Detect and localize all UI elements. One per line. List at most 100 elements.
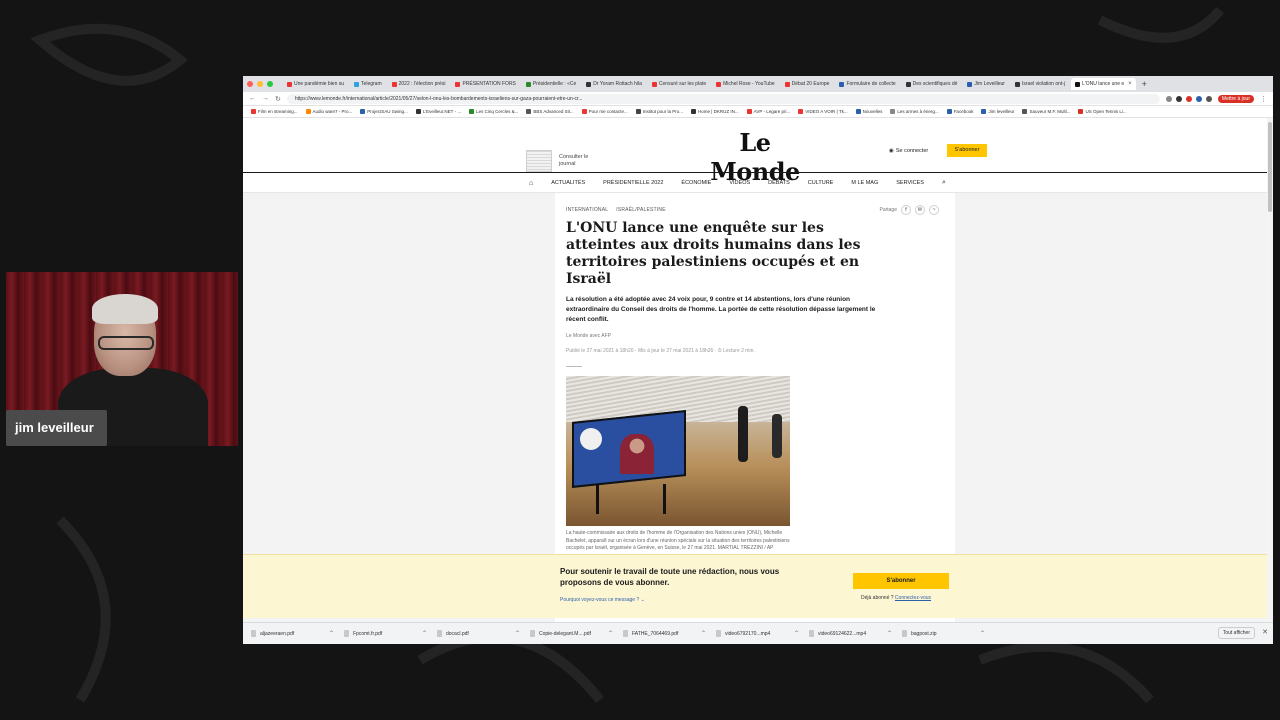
- bookmark-item[interactable]: L'Eveilleur.NET - ...: [415, 109, 461, 114]
- bookmark-item[interactable]: Pour me contacte...: [581, 109, 628, 114]
- nav-item-debats[interactable]: DÉBATS: [768, 180, 790, 186]
- bookmark-item[interactable]: Jim leveilleur: [981, 109, 1014, 114]
- zoom-window-button[interactable]: [267, 81, 273, 87]
- banner-subscribe-button[interactable]: S'abonner: [853, 573, 949, 589]
- bookmark-item[interactable]: Les armes à énerg...: [890, 109, 939, 114]
- download-item[interactable]: Copie-delegant.M....pdf ⌃: [530, 630, 623, 637]
- bookmark-favicon-icon: [946, 109, 952, 114]
- breadcrumb-israel-palestine[interactable]: ISRAËL/PALESTINE: [616, 207, 666, 213]
- back-arrow-icon[interactable]: ←: [249, 95, 256, 102]
- subscribe-banner-text: Pour soutenir le travail de toute une ré…: [560, 567, 780, 587]
- bookmark-item[interactable]: Home | DKRUZ IN...: [690, 109, 739, 114]
- home-icon[interactable]: ⌂: [529, 180, 533, 187]
- facebook-share-icon[interactable]: f: [901, 205, 911, 215]
- lemonde-logo[interactable]: Le Monde: [695, 128, 815, 186]
- bookmark-item[interactable]: Facebook: [946, 109, 973, 114]
- browser-tab[interactable]: Israel violation ont-j: [1011, 78, 1069, 90]
- nav-item-actualites[interactable]: ACTUALITÉS: [551, 180, 585, 186]
- bookmark-label: Institut pour la Pro...: [642, 109, 683, 114]
- extension-icon[interactable]: [1195, 95, 1202, 102]
- bookmark-label: AVP - Legare pri...: [753, 109, 791, 114]
- bookmark-item[interactable]: Nouvelles: [855, 109, 882, 114]
- extension-icon[interactable]: [1205, 95, 1212, 102]
- download-menu-chevron-icon[interactable]: ⌃: [422, 630, 427, 637]
- browser-tab[interactable]: Une pandémie bien su: [283, 78, 348, 90]
- breadcrumb-international[interactable]: INTERNATIONAL: [566, 207, 608, 213]
- browser-tab[interactable]: Des scientifiques dé: [902, 78, 962, 90]
- browser-tab[interactable]: Censuré sur les plate: [648, 78, 710, 90]
- download-item[interactable]: bagpost.zip ⌃: [902, 630, 995, 637]
- new-tab-button[interactable]: +: [1142, 79, 1147, 89]
- extension-icon[interactable]: [1175, 95, 1182, 102]
- download-filename: docacl.pdf: [446, 630, 469, 637]
- nav-item-culture[interactable]: CULTURE: [808, 180, 834, 186]
- newspaper-thumbnail[interactable]: [526, 150, 552, 172]
- browser-tab[interactable]: Présidentielle : «Ce: [522, 78, 580, 90]
- article-photo[interactable]: [566, 376, 790, 526]
- bookmark-item[interactable]: US Open Tennis Li...: [1078, 109, 1127, 114]
- browser-tab[interactable]: Michel Rose - YouTube: [712, 78, 779, 90]
- forward-arrow-icon[interactable]: →: [262, 95, 269, 102]
- update-browser-button[interactable]: Mettre à jour: [1217, 94, 1254, 103]
- menu-kebab-icon[interactable]: ⋮: [1260, 95, 1267, 103]
- download-item[interactable]: video69124622...mp4 ⌃: [809, 630, 902, 637]
- download-item[interactable]: Fpcomt.fr.pdf ⌃: [344, 630, 437, 637]
- nav-item-m-le-mag[interactable]: M LE MAG: [851, 180, 878, 186]
- nav-item-economie[interactable]: ÉCONOMIE: [681, 180, 711, 186]
- login-link[interactable]: ◉ Se connecter: [889, 148, 928, 154]
- webcam-person-hair: [92, 294, 158, 324]
- bookmark-label: Home | DKRUZ IN...: [697, 109, 739, 114]
- browser-tab[interactable]: Débat 20 Europe: [781, 78, 834, 90]
- bookmark-item[interactable]: Sauveur M.F. Multi...: [1022, 109, 1070, 114]
- browser-tab[interactable]: L'ONU lance une e ×: [1071, 78, 1136, 90]
- browser-tab[interactable]: PRÉSENTATION FORS: [451, 78, 519, 90]
- download-menu-chevron-icon[interactable]: ⌃: [980, 630, 985, 637]
- reload-icon[interactable]: ↻: [275, 95, 281, 103]
- extension-icon[interactable]: [1165, 95, 1172, 102]
- url-field[interactable]: https://www.lemonde.fr/international/art…: [286, 93, 1160, 104]
- nav-item-presidentielle[interactable]: PRÉSIDENTIELLE 2022: [603, 180, 663, 186]
- close-window-button[interactable]: [247, 81, 253, 87]
- download-item[interactable]: FATHE_7064469.pdf ⌃: [623, 630, 716, 637]
- download-menu-chevron-icon[interactable]: ⌃: [701, 630, 706, 637]
- download-menu-chevron-icon[interactable]: ⌃: [329, 630, 334, 637]
- connect-link[interactable]: Connectez-vous: [895, 595, 931, 601]
- download-menu-chevron-icon[interactable]: ⌃: [887, 630, 892, 637]
- bookmark-item[interactable]: Audio ware7 - Pro...: [305, 109, 352, 114]
- tab-favicon-icon: [525, 81, 531, 87]
- nav-item-videos[interactable]: VIDÉOS: [729, 180, 750, 186]
- bookmark-item[interactable]: Institut pour la Pro...: [635, 109, 683, 114]
- extension-icon[interactable]: [1185, 95, 1192, 102]
- nav-item-services[interactable]: SERVICES: [896, 180, 924, 186]
- bookmark-item[interactable]: Film en streaming...: [251, 109, 298, 114]
- download-item[interactable]: docacl.pdf ⌃: [437, 630, 530, 637]
- browser-tab[interactable]: Formulaire de collecte: [835, 78, 899, 90]
- download-item[interactable]: video6792170...mp4 ⌃: [716, 630, 809, 637]
- download-menu-chevron-icon[interactable]: ⌃: [794, 630, 799, 637]
- scrollbar-thumb[interactable]: [1268, 122, 1272, 212]
- tab-favicon-icon: [967, 81, 973, 87]
- browser-tab[interactable]: Dr Yoram Rottach hila: [582, 78, 646, 90]
- consult-journal-link[interactable]: Consulter le journal: [559, 154, 599, 168]
- bookmark-item[interactable]: VIDEO A VOIR | Tk...: [798, 109, 848, 114]
- close-downloads-icon[interactable]: ✕: [1262, 628, 1268, 636]
- email-share-icon[interactable]: ✉: [915, 205, 925, 215]
- messenger-share-icon[interactable]: ~: [929, 205, 939, 215]
- why-this-message-link[interactable]: Pourquoi voyez-vous ce message ? ⌄: [560, 597, 645, 603]
- download-item[interactable]: aljazeeraen.pdf ⌃: [251, 630, 344, 637]
- article-headline: L'ONU lance une enquête sur les atteinte…: [566, 220, 861, 287]
- minimize-window-button[interactable]: [257, 81, 263, 87]
- download-menu-chevron-icon[interactable]: ⌃: [608, 630, 613, 637]
- browser-tab[interactable]: 2022 : l'élection prési: [388, 78, 450, 90]
- bookmark-item[interactable]: BBS Advanced Sit...: [526, 109, 574, 114]
- search-icon[interactable]: ⌕: [942, 179, 946, 187]
- tab-close-icon[interactable]: ×: [1128, 78, 1132, 90]
- bookmark-item[interactable]: AVP - Legare pri...: [746, 109, 791, 114]
- bookmark-item[interactable]: Les Cinq Cercles &...: [469, 109, 518, 114]
- subscribe-button[interactable]: S'abonner: [947, 144, 987, 157]
- browser-tab[interactable]: Jim Leveilleur: [963, 78, 1009, 90]
- download-menu-chevron-icon[interactable]: ⌃: [515, 630, 520, 637]
- browser-tab[interactable]: Telegram: [350, 78, 386, 90]
- show-all-downloads-button[interactable]: Tout afficher: [1217, 627, 1255, 639]
- bookmark-item[interactable]: ProjectSAU Swing...: [360, 109, 408, 114]
